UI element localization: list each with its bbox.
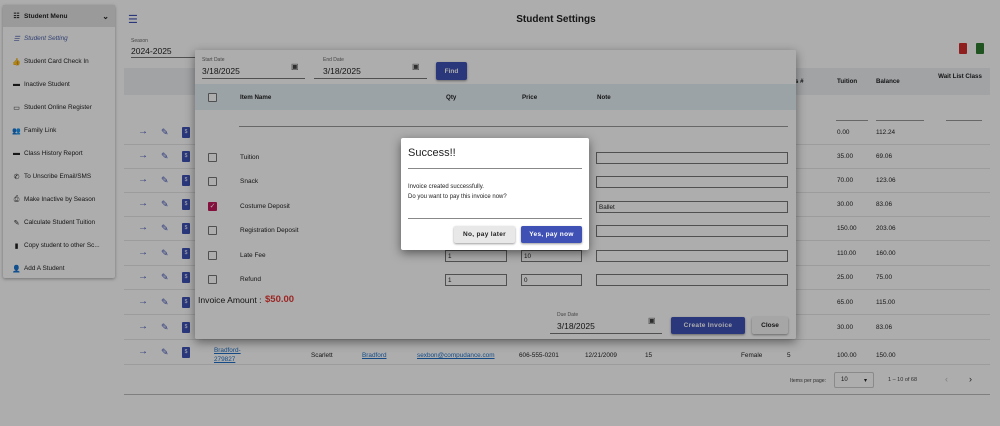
pay-now-button[interactable]: Yes, pay now	[521, 226, 582, 243]
success-title: Success!!	[408, 147, 456, 159]
success-dialog: Success!! Invoice created successfully. …	[401, 138, 589, 250]
success-actions-divider	[408, 218, 582, 219]
success-message: Invoice created successfully.	[408, 184, 484, 190]
pay-now-question: Do you want to pay this invoice now?	[408, 194, 507, 200]
pay-later-button[interactable]: No, pay later	[454, 226, 515, 243]
success-title-divider	[408, 168, 582, 169]
